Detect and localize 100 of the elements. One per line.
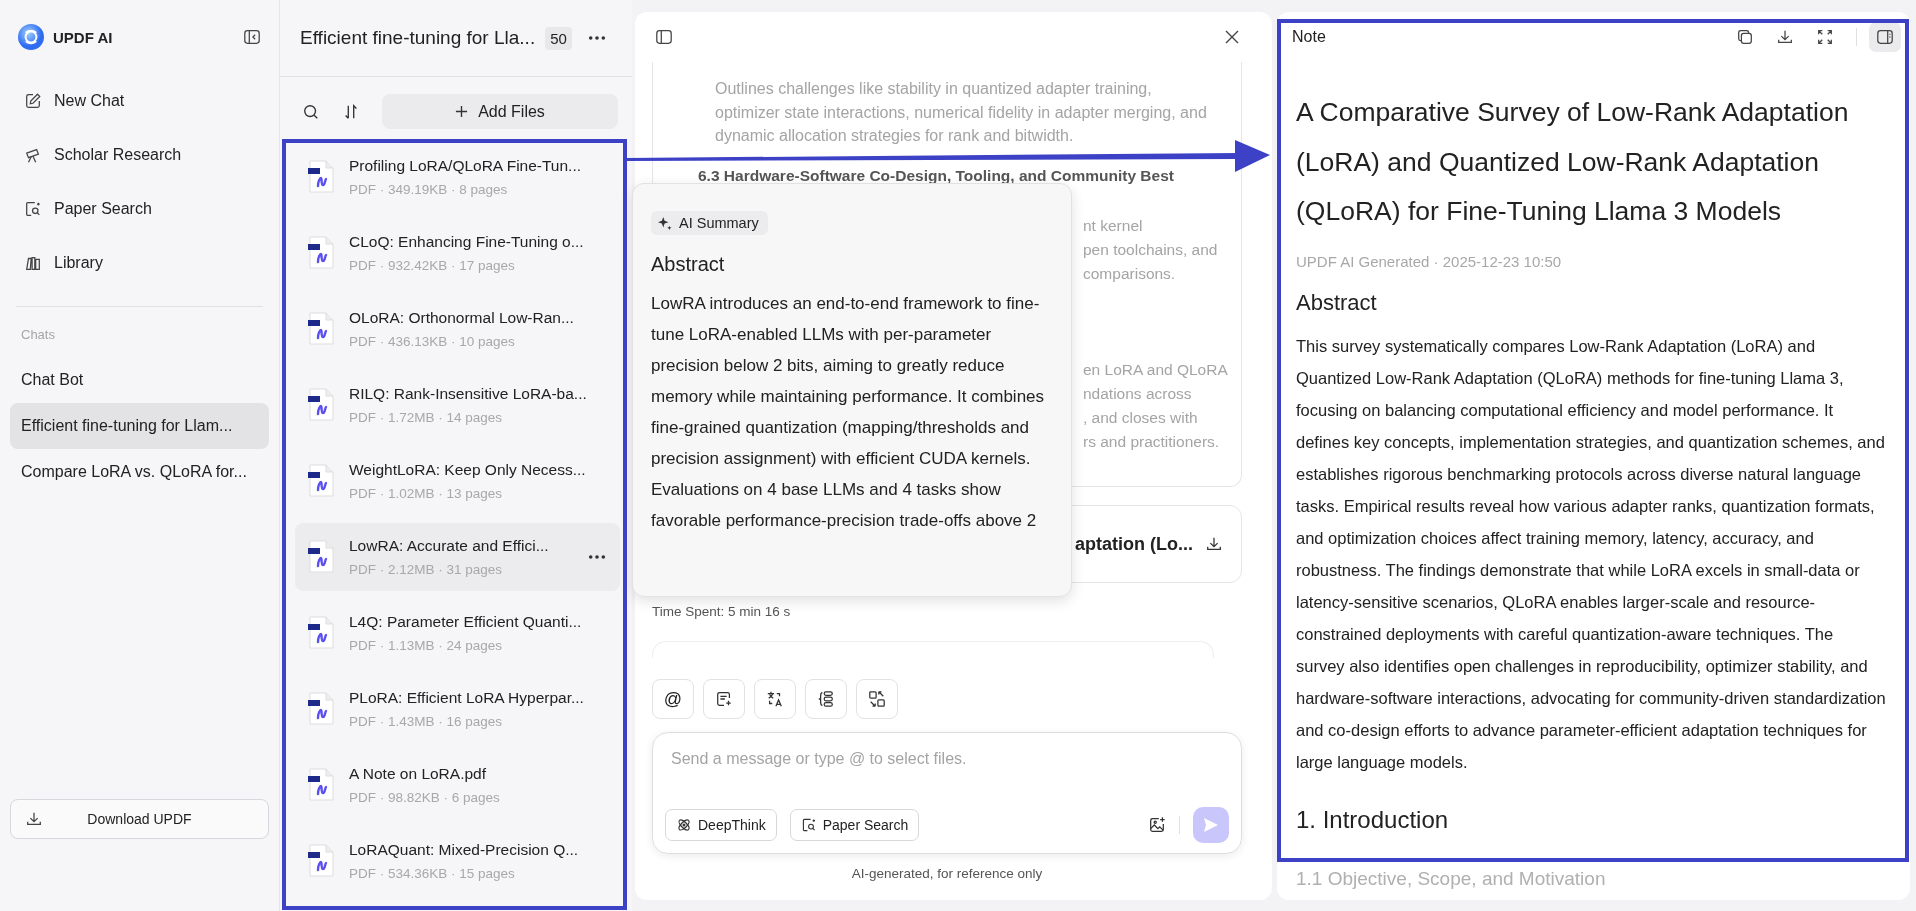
summarize-button[interactable] bbox=[703, 679, 745, 719]
download-button[interactable]: Download UPDF bbox=[10, 799, 269, 839]
logo-icon bbox=[18, 24, 44, 50]
file-name: WeightLoRA: Keep Only Necess... bbox=[349, 461, 586, 479]
paper-search-button[interactable]: Paper Search bbox=[789, 809, 920, 841]
convert-button[interactable] bbox=[856, 679, 898, 719]
file-item[interactable]: RILQ: Rank-Insensitive LoRA-ba... PDF · 1.72MB · 14 pages bbox=[295, 367, 620, 443]
pdf-file-icon bbox=[307, 312, 335, 346]
file-item[interactable]: LowRA: Accurate and Effici... PDF · 2.12MB · 31 pages bbox=[295, 523, 620, 591]
file-item[interactable]: OLoRA: Orthonormal Low-Ran... PDF · 436.13KB · 10 pages bbox=[295, 291, 620, 367]
translate-button[interactable] bbox=[754, 679, 796, 719]
nav-item[interactable]: New Chat bbox=[10, 74, 269, 128]
translate-icon bbox=[766, 690, 784, 708]
app-name: UPDF AI bbox=[53, 28, 113, 46]
pdf-file-icon bbox=[307, 540, 335, 574]
file-meta: PDF · 2.12MB · 31 pages bbox=[349, 562, 504, 577]
file-name: PLoRA: Efficient LoRA Hyperpar... bbox=[349, 689, 584, 707]
file-name: LowRA: Accurate and Effici... bbox=[349, 537, 549, 555]
file-name: A Note on LoRA.pdf bbox=[349, 765, 487, 783]
answer-text: ndations across bbox=[1083, 383, 1192, 404]
answer-text: nt kernel bbox=[1083, 215, 1143, 236]
mention-button[interactable]: @ bbox=[652, 679, 694, 719]
note-paragraph: This survey systematically compares Low-Rank Adaptation (LoRA) and Quantized Low-Rank Adaptation (QLoRA) methods for fine-tuning Llama 3, focusing on balancing computational efficiency and model performance. It defines key concepts, implementation strategies, and quantization schemes, and establishes rigorous benchmarking protocols across diverse natural language tasks. Empirical results reveal how various adapter ranks, quantization formats, and optimization choices affect training memory, latency, accuracy, and robustness. The findings demonstrate that while LoRA excels in small-data or latency-sensitive scenarios, QLoRA enables larger-scale and resource-constrained deployments with careful quantization-aware techniques. The survey also identifies open challenges in reproducibility, optimizer stability, and hardware-software interactions, advocating for community-driven standardization and co-design efforts to advance parameter-efficient adaptation techniques for large language models. bbox=[1296, 335, 1886, 773]
chat-item[interactable]: Chat Bot bbox=[10, 357, 269, 403]
file-name: Profiling LoRA/QLoRA Fine-Tun... bbox=[349, 157, 582, 175]
file-name: LoRAQuant: Mixed-Precision Q... bbox=[349, 841, 579, 859]
file-item[interactable]: LoRAQuant: Mixed-Precision Q... PDF · 534.36KB · 15 pages bbox=[295, 823, 620, 899]
answer-heading: 6.3 Hardware-Software Co-Design, Tooling, and Community Best bbox=[698, 165, 1175, 186]
pdf-file-icon bbox=[307, 768, 335, 802]
answer-text: pen toolchains, and bbox=[1083, 239, 1218, 260]
deepthink-button[interactable]: DeepThink bbox=[665, 809, 777, 841]
download-icon[interactable] bbox=[1205, 535, 1223, 553]
answer-text: , and closes with bbox=[1083, 407, 1198, 428]
nav-item[interactable]: Library bbox=[10, 236, 269, 290]
expand-icon[interactable] bbox=[1816, 28, 1834, 46]
file-item[interactable]: L4Q: Parameter Efficient Quanti... PDF · 1.13MB · 24 pages bbox=[295, 595, 620, 671]
search-document-icon bbox=[24, 200, 42, 218]
section-heading: 1.1 Objective, Scope, and Motivation bbox=[1296, 867, 1607, 890]
file-meta: PDF · 1.43MB · 16 pages bbox=[349, 714, 504, 729]
plus-icon bbox=[455, 105, 469, 118]
file-count: 50 bbox=[545, 26, 572, 50]
message-input[interactable]: Send a message or type @ to select files. DeepThink Paper Search bbox=[652, 732, 1242, 854]
section-label: Chats bbox=[20, 327, 56, 342]
file-meta: PDF · 932.42KB · 17 pages bbox=[349, 258, 516, 273]
side-panel-icon bbox=[1876, 28, 1894, 46]
answer-text: rs and practitioners. bbox=[1083, 431, 1220, 452]
copy-icon[interactable] bbox=[1736, 28, 1754, 46]
ai-summary-tag: AI Summary bbox=[651, 211, 768, 235]
telescope-icon bbox=[24, 146, 42, 164]
pdf-file-icon bbox=[307, 160, 335, 194]
convert-icon bbox=[868, 690, 886, 708]
nav-item[interactable]: Paper Search bbox=[10, 182, 269, 236]
time-spent: Time Spent: 5 min 16 s bbox=[652, 604, 792, 619]
pdf-file-icon bbox=[307, 388, 335, 422]
close-icon[interactable] bbox=[1224, 29, 1240, 45]
file-item[interactable]: PLoRA: Efficient LoRA Hyperpar... PDF · 1.43MB · 16 pages bbox=[295, 671, 620, 747]
file-name: L4Q: Parameter Efficient Quanti... bbox=[349, 613, 582, 631]
download-icon bbox=[25, 810, 43, 828]
search-icon[interactable] bbox=[302, 102, 320, 121]
image-icon[interactable] bbox=[1148, 816, 1166, 834]
add-files-button[interactable]: Add Files bbox=[382, 94, 618, 129]
file-item[interactable]: Profiling LoRA/QLoRA Fine-Tun... PDF · 349.19KB · 8 pages bbox=[295, 139, 620, 215]
file-meta: PDF · 98.82KB · 6 pages bbox=[349, 790, 500, 805]
edit-icon bbox=[24, 92, 42, 110]
nav-item[interactable]: Scholar Research bbox=[10, 128, 269, 182]
mind-map-icon bbox=[817, 690, 835, 708]
note-title: A Comparative Survey of Low-Rank Adaptation (LoRA) and Quantized Low-Rank Adaptation (QLoRA) for Fine-Tuning Llama 3 Models bbox=[1296, 96, 1850, 228]
answer-text: en LoRA and QLoRA bbox=[1083, 359, 1228, 380]
file-item[interactable]: CLoQ: Enhancing Fine-Tuning o... PDF · 932.42KB · 17 pages bbox=[295, 215, 620, 291]
mindmap-button[interactable] bbox=[805, 679, 847, 719]
answer-text: Outlines challenges like stability in quantized adapter training, optimizer state interactions, numerical fidelity in adapter merging, and dynamic allocation strategies for rank and bitwidth. bbox=[715, 79, 1208, 146]
download-icon[interactable] bbox=[1776, 28, 1794, 46]
chat-item[interactable]: Compare LoRA vs. QLoRA for... bbox=[10, 449, 269, 495]
summary-text: LowRA introduces an end-to-end framework to fine-tune LoRA-enabled LLMs with per-parameter precision below 2 bits, aiming to greatly reduce memory while maintaining performance. It combines fine-grained quantization (mapping/thresholds and precision assignment) with efficient CUDA kernels. Evaluations on 4 base LLMs and 4 tasks show favorable performance-precision trade-offs above 2 bbox=[651, 293, 1046, 532]
chat-item[interactable]: Efficient fine-tuning for Llam... bbox=[10, 403, 269, 449]
panel-title: Note bbox=[1292, 28, 1326, 46]
section-heading: Abstract bbox=[1296, 289, 1378, 316]
more-icon[interactable] bbox=[588, 554, 606, 560]
atom-icon bbox=[676, 817, 692, 833]
side-panel-button[interactable] bbox=[1869, 22, 1901, 52]
file-item[interactable]: WeightLoRA: Keep Only Necess... PDF · 1.02MB · 13 pages bbox=[295, 443, 620, 519]
collapse-sidebar-icon[interactable] bbox=[243, 28, 261, 46]
answer-text: comparisons. bbox=[1083, 263, 1176, 284]
note-meta: UPDF AI Generated · 2025-12-23 10:50 bbox=[1296, 252, 1563, 270]
section-heading: 1. Introduction bbox=[1296, 805, 1450, 834]
pdf-file-icon bbox=[307, 844, 335, 878]
file-meta: PDF · 534.36KB · 15 pages bbox=[349, 866, 516, 881]
file-name: RILQ: Rank-Insensitive LoRA-ba... bbox=[349, 385, 587, 403]
file-item[interactable]: A Note on LoRA.pdf PDF · 98.82KB · 6 pages bbox=[295, 747, 620, 823]
pdf-file-icon bbox=[307, 236, 335, 270]
file-meta: PDF · 1.13MB · 24 pages bbox=[349, 638, 504, 653]
pdf-file-icon bbox=[307, 692, 335, 726]
popup-heading: Abstract bbox=[651, 253, 725, 276]
pdf-file-icon bbox=[307, 464, 335, 498]
panel-toggle-icon[interactable] bbox=[655, 28, 673, 46]
more-icon[interactable] bbox=[587, 35, 606, 41]
disclaimer: AI-generated, for reference only bbox=[851, 866, 1043, 881]
file-name: OLoRA: Orthonormal Low-Ran... bbox=[349, 309, 574, 327]
library-icon bbox=[24, 254, 42, 272]
file-meta: PDF · 349.19KB · 8 pages bbox=[349, 182, 509, 197]
